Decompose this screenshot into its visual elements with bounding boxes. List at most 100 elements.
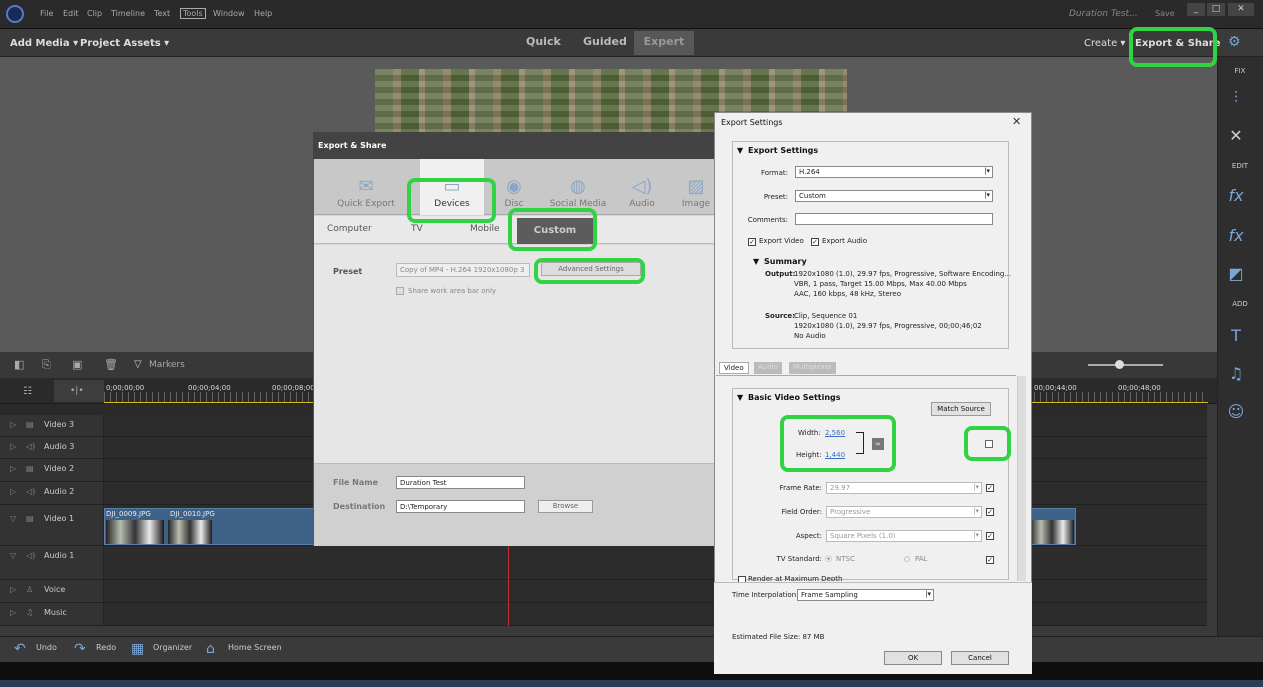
match-source-button[interactable]: Match Source [931, 402, 991, 416]
tab-disc[interactable]: ◉ Disc [489, 159, 539, 215]
close-window-button[interactable]: ✕ [1228, 3, 1254, 16]
collapse-arrow-icon[interactable]: ▽ [10, 514, 16, 523]
applied-effects-icon[interactable]: fx [1226, 226, 1246, 246]
maximize-button[interactable]: □ [1207, 3, 1225, 16]
menu-help[interactable]: Help [254, 9, 272, 18]
titles-icon[interactable]: T [1226, 326, 1246, 346]
file-name-field[interactable]: Duration Test [396, 476, 525, 489]
organizer-button[interactable]: Organizer [153, 643, 192, 652]
expand-arrow-icon[interactable]: ▷ [10, 585, 16, 594]
settings-gear-icon[interactable]: ⚙ [1228, 34, 1241, 50]
organizer-icon[interactable]: ▦ [131, 641, 144, 657]
tab-audio[interactable]: ◁) Audio [614, 159, 670, 215]
mode-quick-tab[interactable]: Quick [518, 33, 569, 53]
subtab-computer[interactable]: Computer [327, 224, 372, 234]
field-order-checkbox[interactable]: ✓ [986, 508, 994, 516]
preset-dropdown[interactable]: Custom |▾ [795, 190, 993, 202]
tab-audio[interactable]: Audio [754, 362, 782, 374]
undo-icon[interactable]: ↶ [14, 641, 26, 657]
aspect-checkbox[interactable]: ✓ [986, 532, 994, 540]
subtab-mobile[interactable]: Mobile [470, 224, 500, 234]
expand-arrow-icon[interactable]: ▷ [10, 442, 16, 451]
minimize-button[interactable]: _ [1187, 3, 1205, 16]
menu-text[interactable]: Text [154, 9, 170, 18]
undo-button[interactable]: Undo [36, 643, 57, 652]
expand-arrow-icon[interactable]: ▷ [10, 420, 16, 429]
timeline-vertical-scrollbar[interactable] [1207, 404, 1217, 626]
music-note-icon[interactable]: ♫ [1226, 364, 1246, 384]
zoom-slider[interactable] [1088, 364, 1163, 366]
mode-guided-tab[interactable]: Guided [575, 33, 635, 53]
expand-arrow-icon[interactable]: ▷ [10, 608, 16, 617]
settings-scrollbar[interactable] [1017, 376, 1026, 581]
home-screen-button[interactable]: Home Screen [228, 643, 282, 652]
markers-icon[interactable]: ▽ [134, 359, 142, 370]
menu-timeline[interactable]: Timeline [111, 9, 145, 18]
project-assets-button[interactable]: Project Assets ▾ [80, 38, 169, 49]
ok-button[interactable]: OK [884, 651, 942, 665]
film-icon[interactable]: ▣ [72, 358, 82, 371]
field-order-label: Field Order: [781, 508, 822, 516]
home-icon[interactable]: ⌂ [206, 641, 215, 657]
menu-tools[interactable]: Tools [180, 8, 206, 19]
preset-dropdown[interactable]: Copy of MP4 - H.264 1920x1080p 3 [396, 263, 530, 277]
save-button[interactable]: Save [1155, 9, 1175, 18]
trash-icon[interactable]: 🗑 [104, 358, 118, 371]
tools-icon[interactable]: ✕ [1226, 126, 1246, 146]
expand-arrow-icon[interactable]: ▷ [10, 487, 16, 496]
export-audio-checkbox[interactable]: ✓ [811, 238, 819, 246]
tab-social-media[interactable]: ◍ Social Media [545, 159, 611, 215]
share-work-area-label: Share work area bar only [408, 287, 497, 295]
close-icon[interactable]: ✕ [1012, 115, 1021, 128]
tab-multiplexer[interactable]: Multiplexer [789, 362, 836, 374]
snapshot-icon[interactable]: ◧ [14, 358, 24, 371]
expand-arrow-icon[interactable]: ▷ [10, 464, 16, 473]
frame-rate-checkbox[interactable]: ✓ [986, 484, 994, 492]
tv-standard-checkbox[interactable]: ✓ [986, 556, 994, 564]
add-media-button[interactable]: Add Media ▾ [10, 38, 78, 49]
adjustments-icon[interactable]: ⫶ [1226, 88, 1246, 108]
transitions-icon[interactable]: ◩ [1226, 264, 1246, 284]
tab-quick-export[interactable]: ✉ Quick Export [330, 159, 402, 215]
redo-icon[interactable]: ↷ [74, 641, 86, 657]
menu-file[interactable]: File [40, 9, 53, 18]
mode-expert-tab[interactable]: Expert [634, 31, 694, 55]
create-button[interactable]: Create ▾ [1084, 38, 1125, 49]
field-order-dropdown[interactable]: Progressive |▾ [826, 506, 982, 518]
source-label: Source: [765, 312, 795, 320]
radio-empty-icon[interactable]: ○ [904, 555, 910, 564]
browse-button[interactable]: Browse [538, 500, 593, 513]
cancel-button[interactable]: Cancel [951, 651, 1009, 665]
tab-video[interactable]: Video [719, 362, 749, 374]
time-interpolation-dropdown[interactable]: Frame Sampling |▾ [797, 589, 934, 601]
collapse-triangle-icon[interactable]: ▼ [753, 257, 759, 266]
export-video-checkbox[interactable]: ✓ [748, 238, 756, 246]
track-options-icon[interactable]: ☷ [23, 386, 32, 397]
subtab-tv[interactable]: TV [411, 224, 423, 234]
graphics-smiley-icon[interactable]: ☺ [1226, 402, 1246, 422]
timeline-scrollbar[interactable] [0, 626, 1217, 636]
collapse-triangle-icon[interactable]: ▼ [737, 393, 743, 402]
globe-icon: ◍ [570, 176, 586, 197]
field-order-value: Progressive [830, 508, 871, 516]
comments-field[interactable] [795, 213, 993, 225]
playhead-line[interactable] [508, 546, 509, 626]
frame-rate-dropdown[interactable]: 29.97 |▾ [826, 482, 982, 494]
export-frame-icon[interactable]: ⎘ [42, 358, 51, 372]
effects-icon[interactable]: fx [1226, 186, 1246, 206]
collapse-triangle-icon[interactable]: ▼ [737, 146, 743, 155]
export-settings-title: Export Settings [721, 118, 783, 127]
destination-field[interactable]: D:\Temporary [396, 500, 525, 513]
format-dropdown[interactable]: H.264 |▾ [795, 166, 993, 178]
tab-image[interactable]: ▨ Image [676, 159, 716, 215]
radio-selected-icon[interactable]: ⦿ [825, 555, 832, 564]
redo-button[interactable]: Redo [96, 643, 116, 652]
menu-edit[interactable]: Edit [63, 9, 79, 18]
aspect-dropdown[interactable]: Square Pixels (1.0) |▾ [826, 530, 982, 542]
menu-window[interactable]: Window [213, 9, 245, 18]
share-work-area-checkbox[interactable] [396, 287, 404, 295]
zoom-slider-thumb[interactable] [1115, 360, 1124, 369]
menu-clip[interactable]: Clip [87, 9, 102, 18]
collapse-arrow-icon[interactable]: ▽ [10, 551, 16, 560]
markers-button[interactable]: Markers [149, 360, 185, 370]
